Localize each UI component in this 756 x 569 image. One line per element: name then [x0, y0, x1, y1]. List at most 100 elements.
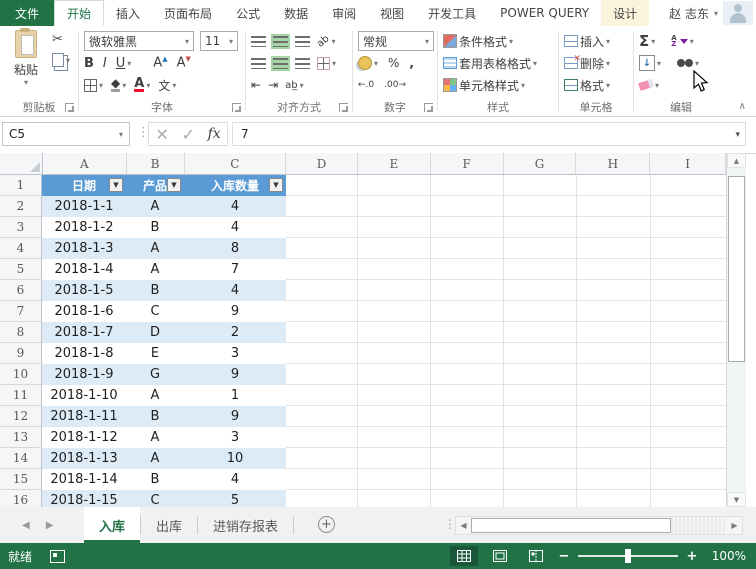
- table-cell[interactable]: 4: [184, 280, 286, 301]
- merge-dropdown-icon[interactable]: ▾: [332, 59, 336, 68]
- ribbon-tab[interactable]: 公式: [224, 0, 272, 26]
- add-sheet-button[interactable]: +: [318, 516, 335, 533]
- underline-button[interactable]: U▾: [116, 56, 132, 71]
- row-header-7[interactable]: 7: [0, 301, 42, 322]
- table-cell[interactable]: 9: [184, 406, 286, 427]
- column-header-F[interactable]: F: [431, 153, 504, 174]
- filter-dropdown-icon[interactable]: ▼: [167, 178, 181, 192]
- row-header-16[interactable]: 16: [0, 490, 42, 507]
- ribbon-tab[interactable]: POWER QUERY: [488, 0, 601, 26]
- sheet-nav-left-icon[interactable]: ◀: [22, 520, 30, 531]
- insert-cells-button[interactable]: 插入▾: [564, 31, 630, 51]
- column-header-E[interactable]: E: [358, 153, 431, 174]
- scroll-left-icon[interactable]: ◀: [456, 517, 471, 534]
- align-middle-button[interactable]: [273, 36, 288, 47]
- italic-button[interactable]: I: [103, 56, 107, 71]
- user-dropdown-icon[interactable]: ▾: [714, 9, 718, 18]
- grow-font-button[interactable]: A▲: [153, 55, 167, 70]
- zoom-out-button[interactable]: −: [558, 549, 570, 564]
- scroll-right-icon[interactable]: ▶: [727, 517, 742, 534]
- font-color-button[interactable]: A▾: [134, 78, 150, 92]
- merge-center-button[interactable]: ▾: [317, 57, 336, 70]
- delete-dropdown-icon[interactable]: ▾: [606, 59, 610, 68]
- avatar[interactable]: [723, 1, 753, 25]
- percent-style-button[interactable]: %: [388, 56, 399, 70]
- macro-record-icon[interactable]: [50, 550, 65, 563]
- copy-button[interactable]: ▾: [52, 53, 70, 67]
- horizontal-scroll-thumb[interactable]: [471, 518, 671, 533]
- cancel-icon[interactable]: ✕: [155, 125, 168, 144]
- zoom-slider-thumb[interactable]: [625, 549, 631, 563]
- table-cell[interactable]: E: [126, 343, 184, 364]
- column-header-G[interactable]: G: [504, 153, 577, 174]
- cell-styles-dropdown-icon[interactable]: ▾: [521, 81, 525, 90]
- accounting-dropdown-icon[interactable]: ▾: [374, 59, 378, 68]
- table-cell[interactable]: C: [126, 301, 184, 322]
- table-cell[interactable]: B: [126, 280, 184, 301]
- comma-style-button[interactable]: ,: [409, 56, 414, 70]
- row-header-9[interactable]: 9: [0, 343, 42, 364]
- increase-indent-button[interactable]: ⇥: [268, 78, 278, 92]
- number-dialog-launcher[interactable]: [424, 103, 433, 112]
- table-cell[interactable]: 2018-1-2: [42, 217, 126, 238]
- ribbon-tab[interactable]: 视图: [368, 0, 416, 26]
- table-cell[interactable]: 4: [184, 469, 286, 490]
- table-cell[interactable]: 2018-1-12: [42, 427, 126, 448]
- row-header-2[interactable]: 2: [0, 196, 42, 217]
- shrink-font-button[interactable]: A▼: [177, 55, 191, 70]
- table-cell[interactable]: A: [126, 448, 184, 469]
- row-header-4[interactable]: 4: [0, 238, 42, 259]
- phonetic-button[interactable]: 文▾: [158, 77, 176, 94]
- zoom-level[interactable]: 100%: [706, 549, 746, 563]
- delete-cells-button[interactable]: ✕ 删除▾: [564, 53, 630, 73]
- alignment-dialog-launcher[interactable]: [339, 103, 348, 112]
- font-size-dropdown-icon[interactable]: ▾: [229, 37, 233, 46]
- phonetic-dropdown-icon[interactable]: ▾: [172, 81, 176, 90]
- fill-color-dropdown-icon[interactable]: ▾: [122, 81, 126, 90]
- table-cell[interactable]: 7: [184, 259, 286, 280]
- filter-dropdown-icon[interactable]: ▼: [269, 178, 283, 192]
- table-cell[interactable]: 10: [184, 448, 286, 469]
- find-select-button[interactable]: ▾: [677, 58, 699, 68]
- ribbon-tab[interactable]: 开发工具: [416, 0, 488, 26]
- row-header-3[interactable]: 3: [0, 217, 42, 238]
- table-cell[interactable]: 2018-1-1: [42, 196, 126, 217]
- table-cell[interactable]: 2018-1-7: [42, 322, 126, 343]
- column-header-I[interactable]: I: [650, 153, 726, 174]
- number-format-dropdown-icon[interactable]: ▾: [425, 37, 429, 46]
- row-header-13[interactable]: 13: [0, 427, 42, 448]
- align-left-button[interactable]: [251, 58, 266, 69]
- table-cell[interactable]: 8: [184, 238, 286, 259]
- ribbon-tab[interactable]: 页面布局: [152, 0, 224, 26]
- table-cell[interactable]: 9: [184, 364, 286, 385]
- conditional-dropdown-icon[interactable]: ▾: [509, 37, 513, 46]
- table-cell[interactable]: 3: [184, 343, 286, 364]
- row-header-15[interactable]: 15: [0, 469, 42, 490]
- table-cell[interactable]: 9: [184, 301, 286, 322]
- row-header-11[interactable]: 11: [0, 385, 42, 406]
- font-name-dropdown-icon[interactable]: ▾: [185, 37, 189, 46]
- user-name[interactable]: 赵 志东: [669, 5, 709, 22]
- column-header-C[interactable]: C: [185, 153, 287, 174]
- paste-button[interactable]: 粘贴 ▾: [6, 30, 46, 87]
- decrease-indent-button[interactable]: ⇤: [251, 78, 261, 92]
- align-center-button[interactable]: [273, 58, 288, 69]
- table-cell[interactable]: 4: [184, 217, 286, 238]
- table-cell[interactable]: 5: [184, 490, 286, 507]
- wrap-text-button[interactable]: ab̲▾: [285, 80, 304, 91]
- table-cell[interactable]: B: [126, 469, 184, 490]
- table-cell[interactable]: A: [126, 427, 184, 448]
- row-header-8[interactable]: 8: [0, 322, 42, 343]
- table-cell[interactable]: 2018-1-10: [42, 385, 126, 406]
- table-cell[interactable]: G: [126, 364, 184, 385]
- table-cell[interactable]: 4: [184, 196, 286, 217]
- row-header-5[interactable]: 5: [0, 259, 42, 280]
- decrease-decimal-button[interactable]: .00→: [384, 80, 406, 90]
- table-cell[interactable]: 2018-1-5: [42, 280, 126, 301]
- vertical-scrollbar[interactable]: ▲ ▼: [727, 153, 746, 507]
- format-dropdown-icon[interactable]: ▾: [606, 81, 610, 90]
- table-cell[interactable]: 2018-1-3: [42, 238, 126, 259]
- table-cell[interactable]: C: [126, 490, 184, 507]
- autosum-dropdown-icon[interactable]: ▾: [651, 37, 655, 46]
- ribbon-tab[interactable]: 审阅: [320, 0, 368, 26]
